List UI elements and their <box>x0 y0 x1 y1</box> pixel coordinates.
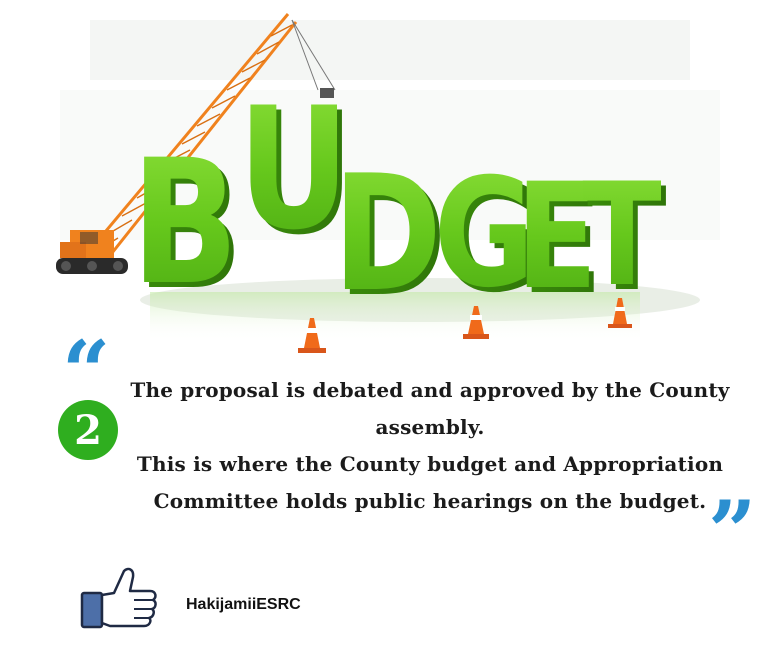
quote-line: assembly. <box>375 415 485 439</box>
svg-text:B: B <box>131 123 238 323</box>
step-number-badge: 2 <box>58 400 118 460</box>
quote-line: Committee holds public hearings on the b… <box>153 489 707 513</box>
svg-text:T: T <box>582 152 661 318</box>
brand-name: HakijamiiESRC <box>186 596 301 613</box>
close-quote-icon: ” <box>708 482 757 581</box>
quote-line: The proposal is debated and approved by … <box>130 378 730 402</box>
budget-illustration: B B U U D D G G E E T T <box>56 13 720 353</box>
thumbs-up-icon <box>80 567 157 629</box>
svg-text:D: D <box>333 140 442 327</box>
quote-line: This is where the County budget and Appr… <box>136 452 724 476</box>
quote-text: The proposal is debated and approved by … <box>110 372 750 520</box>
